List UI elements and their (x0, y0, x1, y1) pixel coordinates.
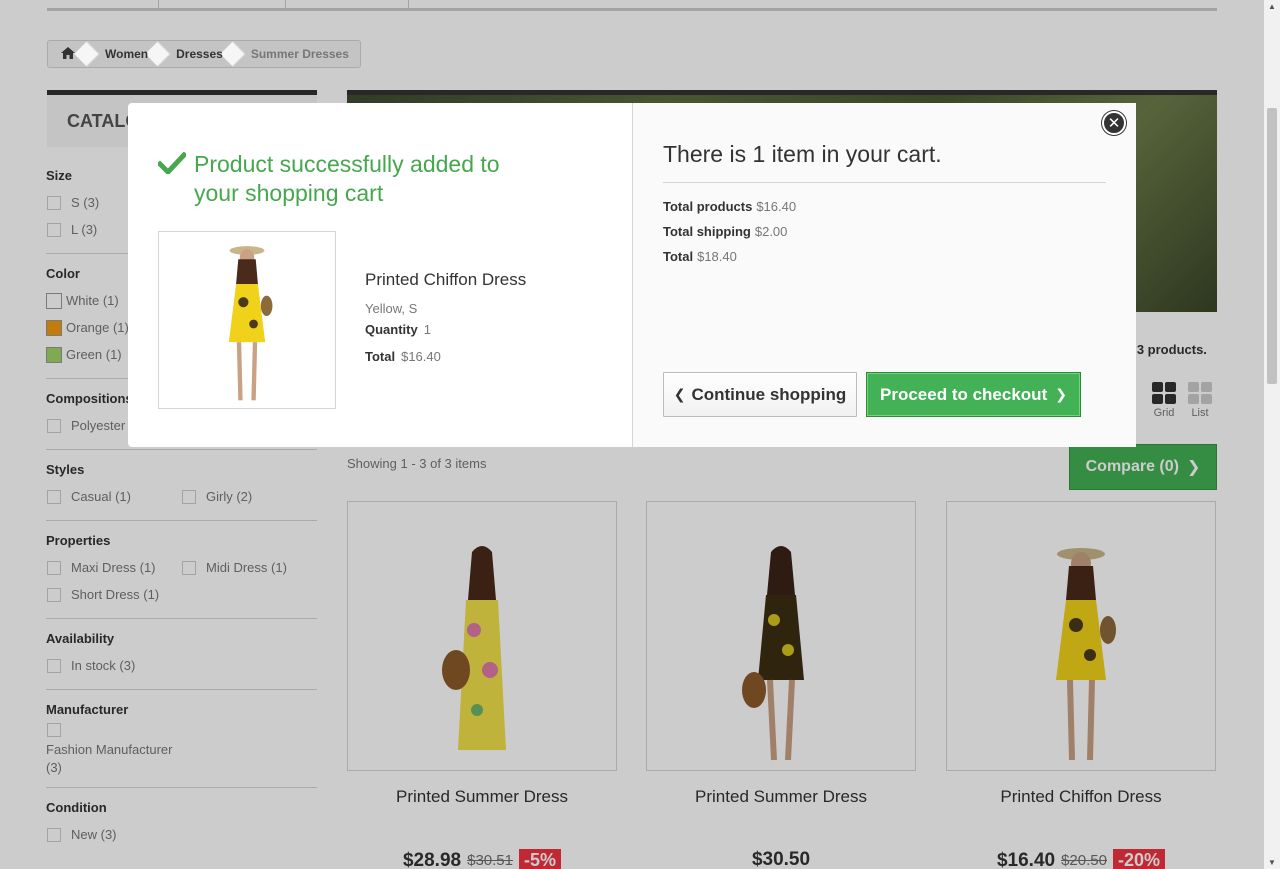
success-message: Product successfully added to your shopp… (156, 150, 602, 208)
summary-label: Total (663, 249, 694, 264)
scrollbar-thumb[interactable] (1267, 108, 1277, 384)
breadcrumb-label: Women (105, 47, 149, 61)
summary-shipping: Total shipping $2.00 (663, 224, 1106, 239)
check-icon (156, 150, 188, 208)
scroll-down-icon[interactable]: ▼ (1268, 858, 1276, 867)
modal-product-panel: Product successfully added to your shopp… (128, 103, 632, 447)
close-icon[interactable]: ✕ (1102, 111, 1126, 135)
total-value: $16.40 (401, 349, 441, 364)
breadcrumb-label: Summer Dresses (250, 47, 349, 61)
summary-products: Total products $16.40 (663, 199, 1106, 214)
page-scrollbar[interactable]: ▲ ▼ (1264, 0, 1280, 869)
quantity-value: 1 (423, 322, 431, 337)
success-text: Product successfully added to your shopp… (194, 151, 500, 206)
summary-total: Total $18.40 (663, 249, 1106, 264)
scroll-up-icon[interactable]: ▲ (1268, 2, 1276, 11)
summary-label: Total shipping (663, 224, 751, 239)
summary-value: $18.40 (697, 249, 737, 264)
page: Women Dresses Summer Dresses CATALOG Siz… (0, 0, 1264, 869)
summary-label: Total products (663, 199, 753, 214)
home-icon (61, 46, 75, 62)
summary-value: $2.00 (754, 224, 788, 239)
proceed-to-checkout-button[interactable]: Proceed to checkout ❯ (866, 372, 1081, 417)
added-product-attributes: Yellow, S (365, 301, 418, 316)
breadcrumb-label: Dresses (176, 47, 223, 61)
continue-shopping-button[interactable]: ❮ Continue shopping (663, 372, 857, 417)
summary-value: $16.40 (756, 199, 797, 214)
total-label: Total (365, 349, 396, 364)
quantity-label: Quantity (365, 322, 418, 337)
added-product-info: Printed Chiffon Dress Yellow, S Quantity… (365, 270, 526, 370)
continue-label: Continue shopping (691, 384, 847, 404)
cart-title: There is 1 item in your cart. (663, 141, 1106, 183)
chevron-right-icon: ❯ (1055, 386, 1067, 402)
checkout-label: Proceed to checkout (880, 384, 1048, 404)
added-product-quantity: Quantity 1 (365, 322, 526, 337)
modal-cart-panel: ✕ There is 1 item in your cart. Total pr… (632, 103, 1136, 447)
added-product-total: Total $16.40 (365, 349, 526, 364)
added-product-image (158, 231, 336, 409)
added-product-name: Printed Chiffon Dress (365, 270, 527, 289)
add-to-cart-modal: Product successfully added to your shopp… (128, 103, 1136, 447)
cart-summary: Total products $16.40 Total shipping $2.00… (663, 199, 1106, 264)
chevron-left-icon: ❮ (673, 386, 686, 402)
